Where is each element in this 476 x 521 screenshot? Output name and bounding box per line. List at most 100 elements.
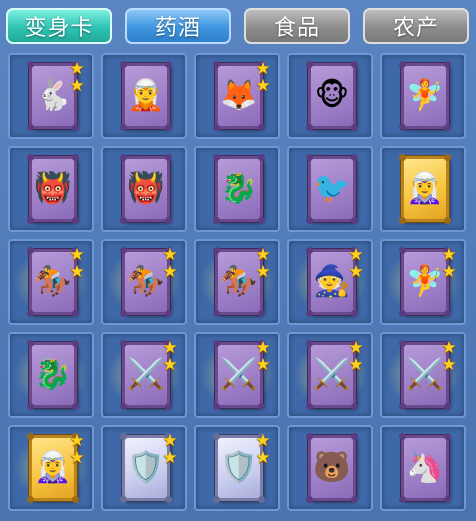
- character-portrait-icon: 🐵: [314, 78, 350, 113]
- card-frame-corner: [306, 61, 313, 68]
- card-frame-corner: [27, 61, 34, 68]
- card-frame-corner: [27, 247, 34, 254]
- card-frame-corner: [213, 61, 220, 68]
- card-frame-corner: [306, 340, 313, 347]
- card-frame-corner: [120, 61, 127, 68]
- star-rating: ★ ★: [254, 433, 272, 467]
- character-portrait-icon: 🧙: [313, 264, 351, 299]
- star-icon: ★: [69, 448, 85, 468]
- card-frame-corner: [213, 217, 220, 224]
- inventory-slot[interactable]: 🏇 ★ ★: [194, 239, 280, 325]
- card-frame-corner: [306, 496, 313, 503]
- inventory-slot[interactable]: 👹: [8, 146, 94, 232]
- inventory-slot[interactable]: 🛡️ ★ ★: [101, 425, 187, 511]
- card-frame-corner: [165, 124, 172, 131]
- inventory-slot[interactable]: 🦄: [380, 425, 466, 511]
- inventory-slot[interactable]: 🦊 ★ ★: [194, 53, 280, 139]
- card-frame-corner: [351, 124, 358, 131]
- card-frame-corner: [399, 496, 406, 503]
- star-icon: ★: [255, 448, 271, 468]
- star-rating: ★ ★: [254, 247, 272, 281]
- character-portrait-icon: ⚔️: [313, 357, 351, 392]
- card-frame-corner: [120, 124, 127, 131]
- tab-farm-produce[interactable]: 农产: [363, 8, 469, 44]
- inventory-slot[interactable]: 🧚 ★ ★: [380, 239, 466, 325]
- card-frame-corner: [72, 310, 79, 317]
- card-frame-corner: [399, 403, 406, 410]
- card-frame-corner: [444, 217, 451, 224]
- inventory-slot[interactable]: ⚔️ ★ ★: [194, 332, 280, 418]
- tab-food[interactable]: 食品: [244, 8, 350, 44]
- inventory-slot[interactable]: 🧝‍♀️ ★ ★: [8, 425, 94, 511]
- card-frame-corner: [399, 247, 406, 254]
- card-frame-corner: [120, 403, 127, 410]
- character-portrait-icon: ⚔️: [220, 357, 258, 392]
- card-frame-corner: [444, 61, 451, 68]
- character-portrait-icon: ⚔️: [406, 357, 444, 392]
- star-icon: ★: [162, 262, 178, 282]
- dragon-card: 🐉: [27, 340, 79, 410]
- card-frame-corner: [27, 124, 34, 131]
- tab-transform-card[interactable]: 变身卡: [6, 8, 112, 44]
- card-frame-corner: [27, 496, 34, 503]
- card-frame-corner: [72, 154, 79, 161]
- inventory-slot[interactable]: 🧝‍♀️: [380, 146, 466, 232]
- card-frame-corner: [399, 61, 406, 68]
- inventory-slot[interactable]: 🧝: [101, 53, 187, 139]
- card-frame-corner: [213, 403, 220, 410]
- card-frame-corner: [72, 124, 79, 131]
- star-rating: ★ ★: [347, 340, 365, 374]
- character-portrait-icon: 🏇: [220, 264, 258, 299]
- inventory-slot[interactable]: ⚔️ ★ ★: [287, 332, 373, 418]
- character-portrait-icon: 🏇: [127, 264, 165, 299]
- inventory-slot[interactable]: 🐵: [287, 53, 373, 139]
- card-frame-corner: [351, 433, 358, 440]
- card-frame-corner: [444, 310, 451, 317]
- beast-rider-card: 🦄: [399, 433, 451, 503]
- character-portrait-icon: 🐉: [220, 171, 258, 206]
- inventory-slot[interactable]: 🏇 ★ ★: [8, 239, 94, 325]
- star-icon: ★: [255, 355, 271, 375]
- inventory-slot[interactable]: 🐉: [8, 332, 94, 418]
- inventory-slot[interactable]: 🧙 ★ ★: [287, 239, 373, 325]
- character-portrait-icon: 🛡️: [220, 450, 258, 485]
- card-frame-corner: [399, 433, 406, 440]
- demon-card: 👹: [27, 154, 79, 224]
- character-portrait-icon: 🧚: [406, 264, 444, 299]
- monkey-spirit-card: 🐵: [306, 61, 358, 131]
- inventory-slot[interactable]: 🏇 ★ ★: [101, 239, 187, 325]
- inventory-slot[interactable]: 🐉: [194, 146, 280, 232]
- card-frame-corner: [351, 310, 358, 317]
- card-frame-corner: [213, 310, 220, 317]
- star-icon: ★: [348, 355, 364, 375]
- star-rating: ★ ★: [161, 247, 179, 281]
- card-frame-corner: [258, 496, 265, 503]
- star-rating: ★ ★: [347, 247, 365, 281]
- card-frame-corner: [165, 217, 172, 224]
- tab-medicine-wine[interactable]: 药酒: [125, 8, 231, 44]
- character-portrait-icon: 🧝‍♀️: [406, 171, 444, 206]
- star-icon: ★: [255, 262, 271, 282]
- star-rating: ★ ★: [254, 61, 272, 95]
- character-portrait-icon: 🐻: [313, 450, 351, 485]
- inventory-slot[interactable]: ⚔️ ★ ★: [380, 332, 466, 418]
- inventory-slot[interactable]: 🐇 ★ ★: [8, 53, 94, 139]
- character-portrait-icon: 🧝‍♀️: [34, 450, 72, 485]
- inventory-slot[interactable]: 🐦: [287, 146, 373, 232]
- star-icon: ★: [441, 355, 457, 375]
- inventory-slot[interactable]: 🛡️ ★ ★: [194, 425, 280, 511]
- inventory-slot[interactable]: ⚔️ ★ ★: [101, 332, 187, 418]
- star-rating: ★ ★: [161, 340, 179, 374]
- inventory-panel: 变身卡 药酒 食品 农产 🐇 ★ ★ 🧝 🦊 ★ ★ 🐵 🧚 👹 👹 🐉 🐦 🧝‍♀️ 🏇 ★ ★ 🏇 ★ ★ 🏇 ★ ★ 🧙…: [0, 0, 476, 521]
- card-frame-corner: [306, 310, 313, 317]
- inventory-slot[interactable]: 👹: [101, 146, 187, 232]
- inventory-slot[interactable]: 🧚: [380, 53, 466, 139]
- character-portrait-icon: ⚔️: [127, 357, 165, 392]
- character-portrait-icon: 🐦: [313, 171, 351, 206]
- inventory-slot[interactable]: 🐻: [287, 425, 373, 511]
- card-frame-corner: [399, 154, 406, 161]
- card-frame-corner: [351, 61, 358, 68]
- goddess-card: 🧝‍♀️: [399, 154, 451, 224]
- card-frame-corner: [258, 403, 265, 410]
- card-frame-corner: [258, 154, 265, 161]
